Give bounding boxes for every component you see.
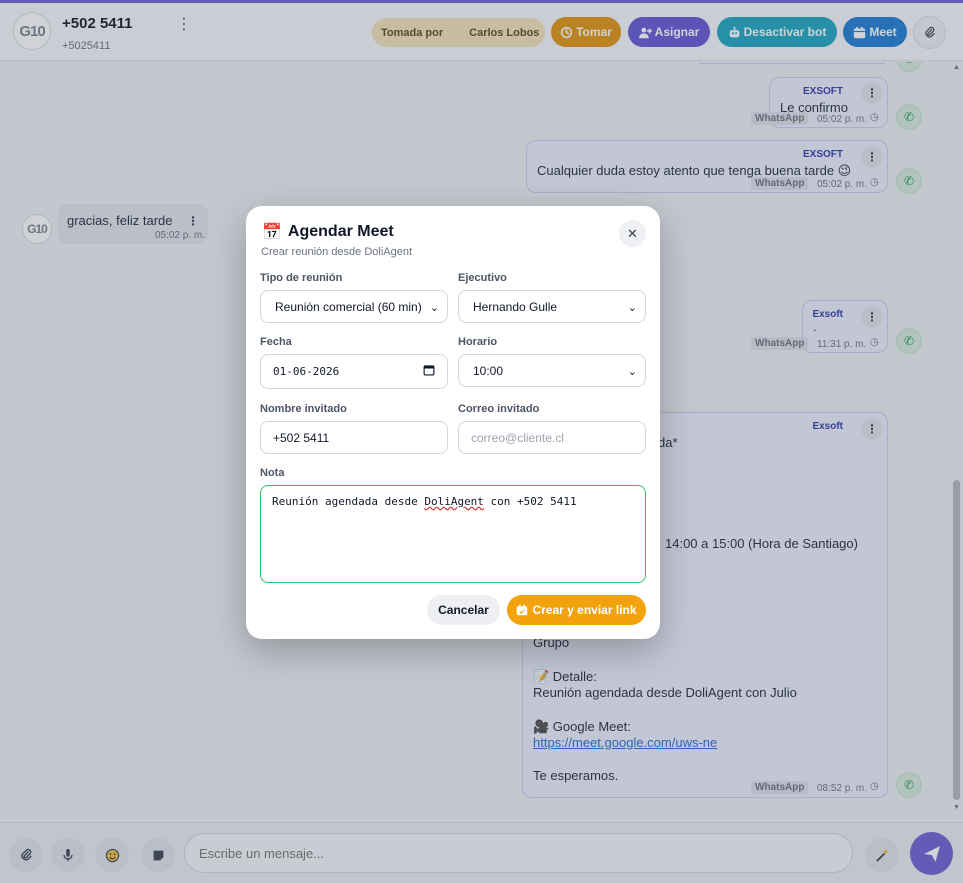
date-input[interactable]: 01-06-2026 [260, 354, 448, 389]
guest-email-label: Correo invitado [458, 403, 540, 415]
executive-label: Ejecutivo [458, 272, 507, 284]
calendar-picker-icon[interactable] [423, 364, 435, 376]
close-icon[interactable]: ✕ [619, 220, 646, 247]
chevron-down-icon: ⌄ [627, 302, 637, 314]
guest-email-input[interactable]: correo@cliente.cl [458, 421, 646, 454]
chevron-down-icon: ⌄ [627, 366, 637, 378]
dialog-title: 📅 Agendar Meet [262, 223, 394, 241]
meeting-type-select[interactable]: Reunión comercial (60 min) ⌄ [260, 290, 448, 323]
time-select[interactable]: 10:00 ⌄ [458, 354, 646, 387]
note-textarea[interactable]: Reunión agendada desde DoliAgent con +50… [260, 485, 646, 583]
time-label: Horario [458, 336, 498, 348]
create-and-send-link-button[interactable]: Crear y enviar link [507, 595, 646, 625]
calendar-check-icon [517, 604, 528, 616]
chevron-down-icon: ⌄ [429, 302, 439, 314]
dialog-subtitle: Crear reunión desde DoliAgent [261, 246, 413, 258]
guest-name-input[interactable]: +502 5411 [260, 421, 448, 454]
cancel-button[interactable]: Cancelar [427, 595, 500, 625]
date-label: Fecha [260, 336, 292, 348]
meeting-type-label: Tipo de reunión [260, 272, 343, 284]
calendar-icon: 📅 [262, 224, 282, 241]
guest-name-label: Nombre invitado [260, 403, 347, 415]
executive-select[interactable]: Hernando Gulle ⌄ [458, 290, 646, 323]
note-label: Nota [260, 467, 285, 479]
schedule-meet-dialog: 📅 Agendar Meet Crear reunión desde DoliA… [246, 206, 660, 639]
